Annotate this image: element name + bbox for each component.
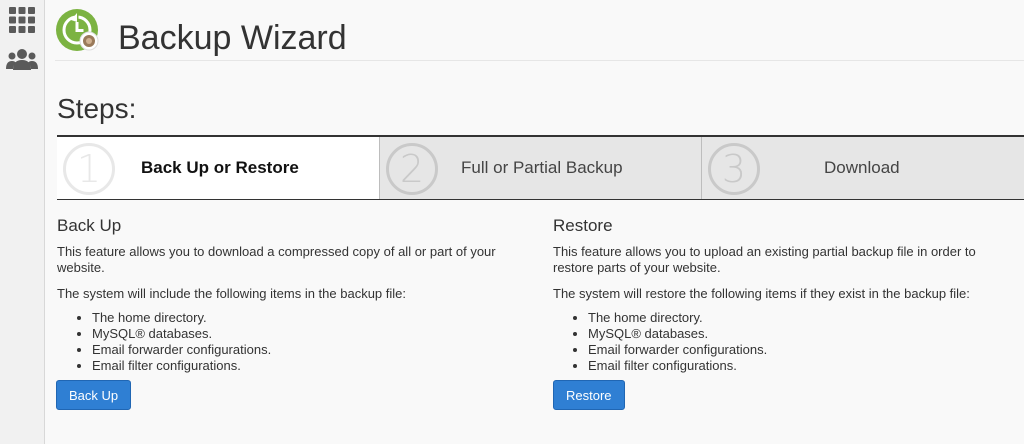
restore-items-list: The home directory. MySQL® databases. Em…	[553, 310, 993, 374]
backup-wizard-icon	[56, 9, 99, 51]
step-number-1: 1	[63, 143, 115, 195]
list-item: Email filter configurations.	[588, 358, 993, 374]
backup-description: This feature allows you to download a co…	[57, 244, 496, 275]
sidebar	[0, 0, 45, 444]
backup-intro: The system will include the following it…	[57, 286, 406, 301]
list-item: Email filter configurations.	[92, 358, 497, 374]
step-number-3: 3	[708, 143, 760, 195]
page-header: Backup Wizard	[55, 8, 1024, 61]
list-item: MySQL® databases.	[92, 326, 497, 342]
page-title: Backup Wizard	[118, 19, 347, 57]
list-item: Email forwarder configurations.	[588, 342, 993, 358]
backup-title: Back Up	[57, 216, 122, 235]
step-full-or-partial-backup: 2 Full or Partial Backup	[380, 137, 702, 199]
list-item: Email forwarder configurations.	[92, 342, 497, 358]
apps-grid-icon[interactable]	[8, 6, 36, 34]
main-content: Backup Wizard Steps: 1 Back Up or Restor…	[45, 0, 1024, 444]
restore-title: Restore	[553, 216, 613, 235]
step-number-2: 2	[386, 143, 438, 195]
step-back-up-or-restore: 1 Back Up or Restore	[57, 137, 380, 199]
step-label: Full or Partial Backup	[461, 158, 623, 177]
step-download: 3 Download	[702, 137, 1024, 199]
steps-title: Steps:	[57, 93, 137, 124]
list-item: MySQL® databases.	[588, 326, 993, 342]
list-item: The home directory.	[92, 310, 497, 326]
backup-section: Back Up This feature allows you to downl…	[56, 216, 497, 410]
list-item: The home directory.	[588, 310, 993, 326]
users-icon[interactable]	[6, 46, 38, 74]
step-bar: 1 Back Up or Restore 2 Full or Partial B…	[57, 135, 1024, 200]
back-up-button[interactable]: Back Up	[56, 380, 132, 410]
restore-button[interactable]: Restore	[553, 380, 625, 410]
restore-section: Restore This feature allows you to uploa…	[553, 216, 993, 410]
restore-description: This feature allows you to upload an exi…	[553, 244, 976, 275]
restore-intro: The system will restore the following it…	[553, 286, 970, 301]
step-label: Back Up or Restore	[141, 158, 299, 177]
step-label: Download	[824, 158, 900, 177]
backup-items-list: The home directory. MySQL® databases. Em…	[57, 310, 497, 374]
